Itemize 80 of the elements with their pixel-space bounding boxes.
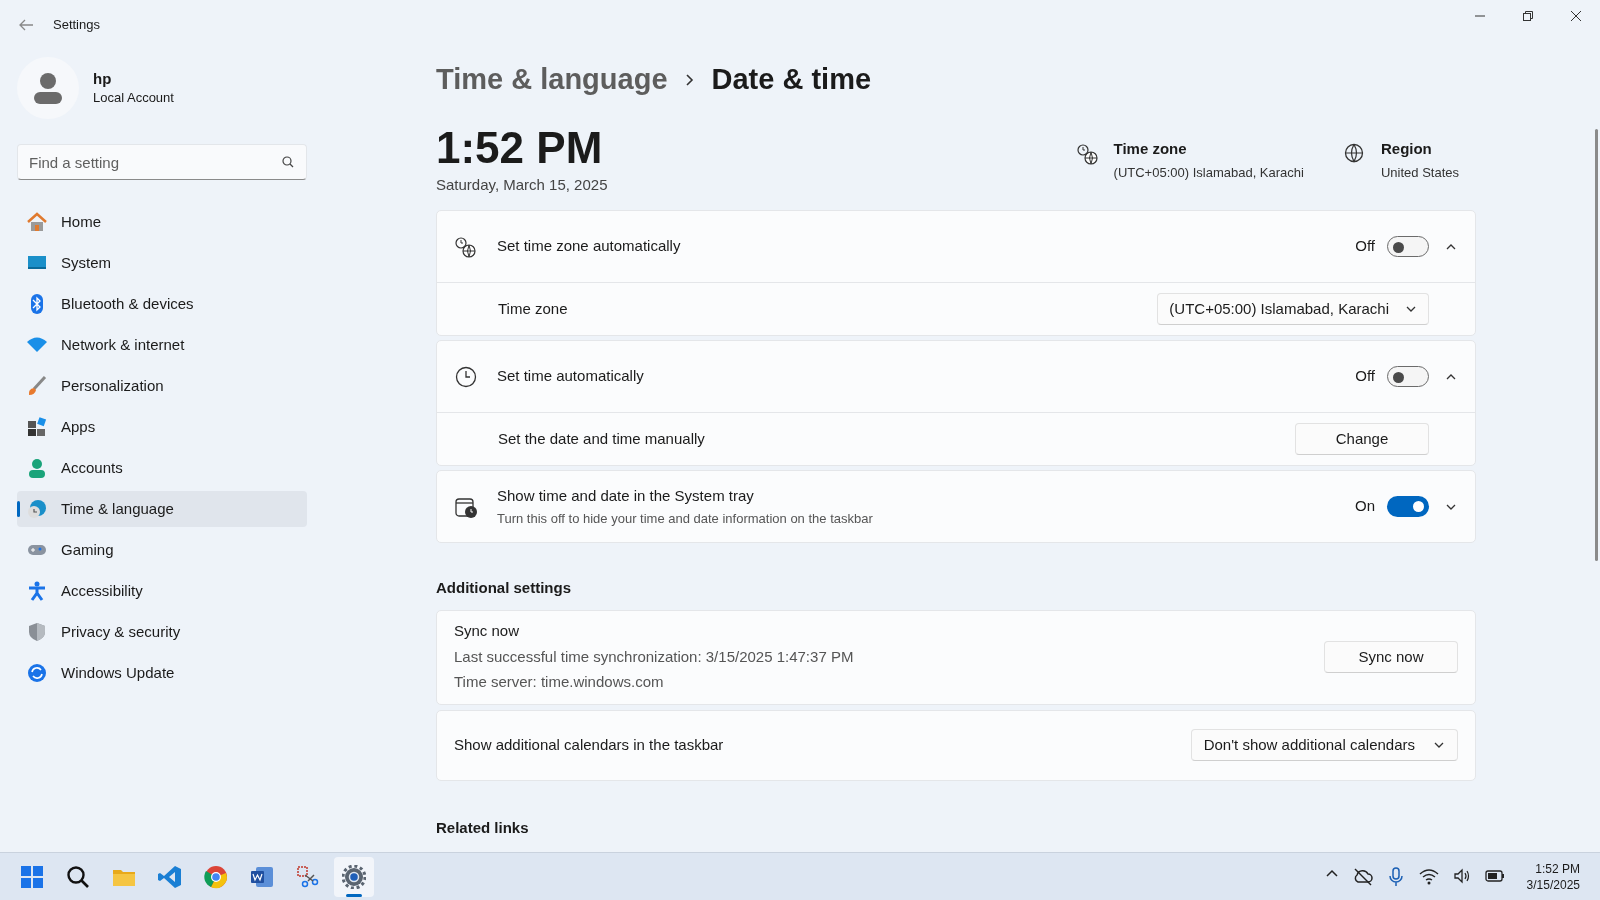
setting-description: Last successful time synchronization: 3/15/2025 1:47:37 PM [454, 646, 855, 667]
account-type: Local Account [93, 89, 174, 107]
sidebar-item[interactable]: Home [17, 204, 307, 240]
setting-label: Show additional calendars in the taskbar [454, 734, 725, 755]
globe-icon [1343, 143, 1366, 165]
breadcrumb-link[interactable]: Time & language [436, 58, 668, 102]
setting-label: Show time and date in the System tray [497, 485, 755, 506]
back-arrow-icon[interactable] [18, 18, 34, 32]
summary-label: Time zone [1113, 139, 1188, 159]
search-icon [66, 864, 90, 889]
clock-icon [455, 365, 477, 388]
toggle-switch[interactable] [1387, 236, 1429, 257]
person-icon [27, 458, 47, 478]
selection-indicator [17, 501, 20, 517]
dropdown[interactable]: Don't show additional calendars [1190, 729, 1458, 761]
sidebar-item[interactable]: Network & internet [17, 327, 307, 363]
circle-logo-icon [204, 864, 228, 889]
summary-value: United States [1380, 163, 1459, 182]
section-heading: Related links [436, 817, 530, 838]
windows-logo-icon [20, 864, 44, 889]
section-heading: Additional settings [436, 578, 572, 598]
clock-date: Saturday, March 15, 2025 [436, 175, 608, 195]
shield-icon [27, 622, 47, 642]
calendar-clock-icon [455, 495, 477, 518]
toggle-switch[interactable] [1387, 366, 1429, 387]
setting-label: Set the date and time manually [498, 428, 706, 449]
restore-icon [1523, 11, 1533, 21]
sidebar-item[interactable]: Bluetooth & devices [17, 286, 307, 322]
scissors-icon [296, 864, 320, 889]
active-indicator [346, 893, 362, 897]
setting-label: Sync now [454, 621, 521, 642]
setting-label: Set time automatically [497, 366, 645, 387]
close-icon [1571, 11, 1581, 21]
gear-icon [342, 864, 366, 889]
globe-clock-icon [27, 499, 47, 519]
toggle-switch[interactable] [1387, 496, 1429, 517]
sidebar-item[interactable]: Accessibility [17, 573, 307, 609]
user-name: hp [93, 69, 113, 89]
clock-time: 1:52 PM [436, 124, 604, 172]
sidebar-item[interactable]: System [17, 245, 307, 281]
setting-description: Turn this off to hide your time and date information on the taskbar [497, 510, 874, 528]
brush-icon [27, 376, 47, 396]
chevron-right-icon [685, 74, 694, 86]
dropdown[interactable]: (UTC+05:00) Islamabad, Karachi [1157, 293, 1429, 325]
microphone-icon[interactable] [1386, 866, 1405, 887]
search-field[interactable]: Find a setting [17, 144, 307, 180]
sidebar-item[interactable]: Personalization [17, 368, 307, 404]
window-title: Settings [53, 16, 100, 35]
page-title: Date & time [711, 62, 872, 98]
sidebar-item[interactable]: Apps [17, 409, 307, 445]
setting-label: Time zone [498, 298, 569, 319]
person-silhouette-icon [34, 72, 62, 104]
toggle-state-label: Off [1355, 366, 1375, 387]
setting-description: Time server: time.windows.com [454, 672, 665, 693]
taskbar-clock[interactable]: 1:52 PM 3/15/2025 [1526, 860, 1580, 893]
sidebar-item[interactable]: Privacy & security [17, 614, 307, 650]
house-icon [27, 212, 47, 232]
scrollbar[interactable] [1595, 129, 1598, 561]
wifi-icon[interactable] [1418, 866, 1439, 887]
accessibility-icon [27, 581, 47, 601]
change-button[interactable]: Change [1295, 423, 1429, 455]
toggle-state-label: Off [1355, 236, 1375, 257]
summary-value: (UTC+05:00) Islamabad, Karachi [1113, 163, 1304, 182]
sidebar-item[interactable]: Gaming [17, 532, 307, 568]
summary-label: Region [1380, 139, 1433, 159]
search-icon [282, 156, 294, 168]
document-icon [250, 864, 274, 889]
apps-icon [27, 417, 47, 437]
sync-button[interactable]: Sync now [1324, 641, 1458, 673]
setting-label: Set time zone automatically [497, 236, 682, 257]
clock-globe-icon [1076, 143, 1099, 165]
wifi-icon [27, 335, 47, 355]
toggle-state-label: On [1355, 496, 1375, 517]
sidebar-item[interactable]: Windows Update [17, 655, 307, 691]
sidebar-item[interactable]: Accounts [17, 450, 307, 486]
clock-globe-icon [455, 235, 477, 258]
cloud-off-icon[interactable] [1352, 866, 1373, 887]
ribbon-logo-icon [158, 864, 182, 889]
sync-icon [27, 663, 47, 683]
sidebar-item[interactable]: Time & language [17, 491, 307, 527]
